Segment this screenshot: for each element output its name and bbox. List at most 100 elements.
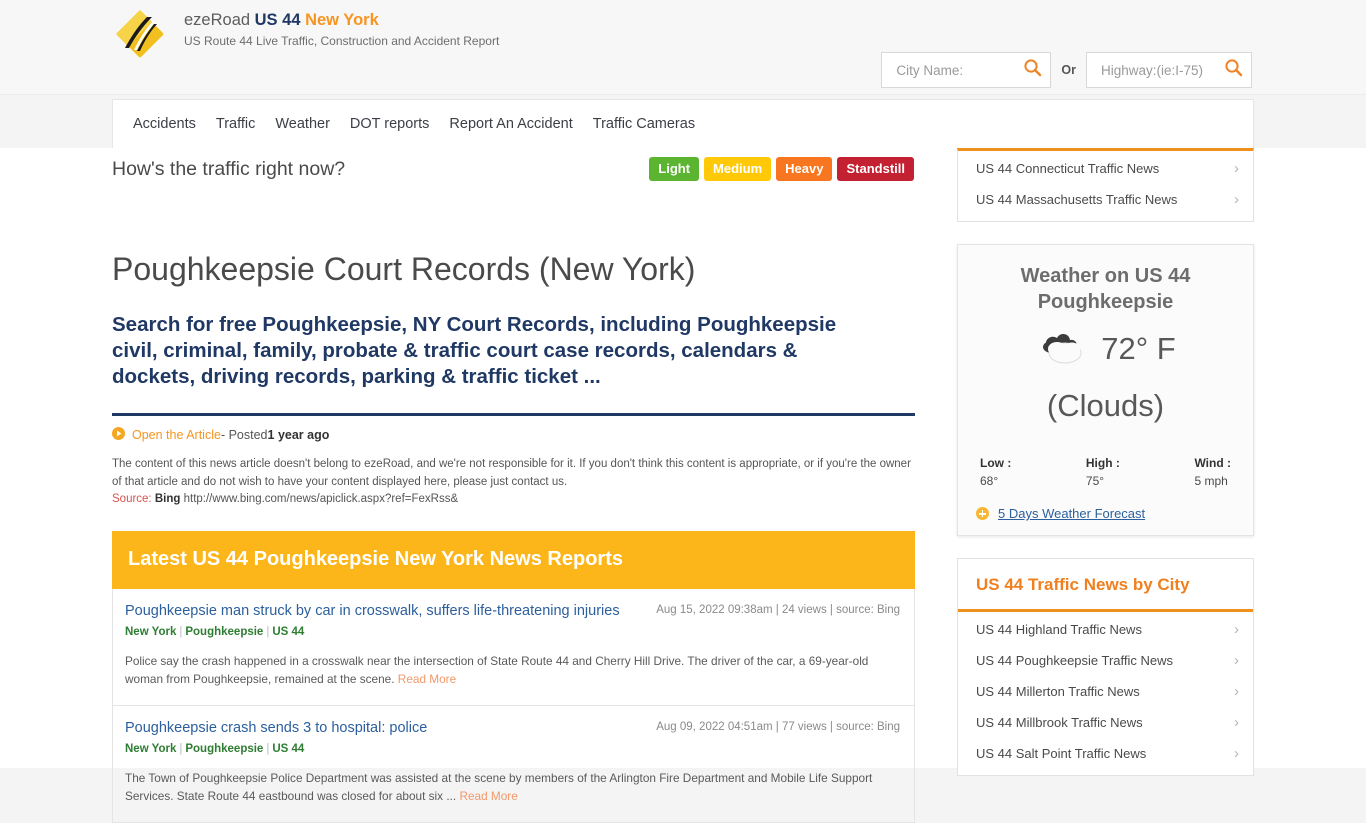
weather-high-value: 75° [1085, 474, 1105, 488]
play-circle-icon [112, 427, 125, 443]
read-more-link[interactable]: Read More [459, 789, 517, 803]
sidebar-item-massachusetts-news[interactable]: US 44 Massachusetts Traffic News › [958, 184, 1253, 215]
sidebar-item-label: US 44 Millerton Traffic News [976, 684, 1140, 699]
nav-item-weather[interactable]: Weather [265, 116, 340, 132]
legend-standstill[interactable]: Standstill [837, 157, 914, 181]
tag-route[interactable]: US 44 [272, 626, 304, 638]
chevron-right-icon: › [1234, 745, 1239, 762]
page-subtitle: Search for free Poughkeepsie, NY Court R… [112, 313, 837, 388]
sidebar-item-salt-point-news[interactable]: US 44 Salt Point Traffic News › [958, 738, 1253, 769]
city-search-box[interactable] [881, 52, 1052, 88]
weather-title: Weather on US 44 Poughkeepsie [1020, 265, 1191, 313]
legend-medium[interactable]: Medium [704, 157, 772, 181]
chevron-right-icon: › [1234, 714, 1239, 731]
weather-low: Low : 68° [980, 456, 1011, 488]
sidebar-item-label: US 44 Millbrook Traffic News [976, 715, 1143, 730]
weather-current: 72° F [974, 327, 1237, 370]
traffic-legend: Light Medium Heavy Standstill [649, 157, 914, 181]
news-item-title[interactable]: Poughkeepsie man struck by car in crossw… [125, 602, 620, 621]
page-body: How's the traffic right now? Light Mediu… [0, 148, 1366, 823]
search-icon[interactable] [1224, 58, 1243, 82]
forecast-row: 5 Days Weather Forecast [974, 506, 1237, 521]
sidebar-item-millerton-news[interactable]: US 44 Millerton Traffic News › [958, 676, 1253, 707]
nav-item-report-accident[interactable]: Report An Accident [439, 116, 582, 132]
weather-high: High : 75° [1086, 456, 1120, 488]
tag-separator: | [179, 742, 183, 755]
nav-item-traffic-cameras[interactable]: Traffic Cameras [583, 116, 705, 132]
tag-state[interactable]: New York [125, 743, 176, 755]
tag-route[interactable]: US 44 [272, 743, 304, 755]
weather-wind: Wind : 5 mph [1194, 456, 1231, 488]
search-area: Or [881, 52, 1252, 88]
news-item-title[interactable]: Poughkeepsie crash sends 3 to hospital: … [125, 719, 427, 738]
weather-card: Weather on US 44 Poughkeepsie 72° F (Clo… [957, 244, 1254, 536]
source-label: Source: [112, 493, 152, 505]
sidebar-item-label: US 44 Connecticut Traffic News [976, 161, 1160, 176]
highway-search-box[interactable] [1086, 52, 1252, 88]
city-news-list: US 44 Highland Traffic News › US 44 Poug… [958, 612, 1253, 775]
tag-city[interactable]: Poughkeepsie [185, 626, 263, 638]
site-header: ezeRoad US 44 New York US Route 44 Live … [0, 0, 1366, 95]
ezeroad-diamond-logo-icon [112, 6, 168, 62]
sidebar-item-connecticut-news[interactable]: US 44 Connecticut Traffic News › [958, 153, 1253, 184]
tag-separator: | [179, 625, 183, 638]
sidebar-item-poughkeepsie-news[interactable]: US 44 Poughkeepsie Traffic News › [958, 645, 1253, 676]
news-list-item: Poughkeepsie crash sends 3 to hospital: … [112, 705, 915, 823]
traffic-status-bar: How's the traffic right now? Light Mediu… [112, 148, 915, 190]
sidebar-item-label: US 44 Poughkeepsie Traffic News [976, 653, 1174, 668]
five-day-forecast-link[interactable]: 5 Days Weather Forecast [998, 506, 1145, 521]
weather-wind-label: Wind : [1194, 456, 1231, 470]
section-divider [112, 413, 915, 416]
main-navigation: Accidents Traffic Weather DOT reports Re… [112, 99, 1254, 148]
sidebar-item-millbrook-news[interactable]: US 44 Millbrook Traffic News › [958, 707, 1253, 738]
main-content-column: How's the traffic right now? Light Mediu… [112, 148, 915, 823]
news-item-body: The Town of Poughkeepsie Police Departme… [125, 769, 900, 806]
sidebar-column: US 44 Connecticut Traffic News › US 44 M… [957, 148, 1254, 776]
tag-city[interactable]: Poughkeepsie [185, 743, 263, 755]
search-icon[interactable] [1023, 58, 1042, 82]
tag-separator: | [266, 742, 270, 755]
news-item-meta: Aug 15, 2022 09:38am | 24 views | source… [656, 603, 900, 616]
legend-light[interactable]: Light [649, 157, 700, 181]
page-title: Poughkeepsie Court Records (New York) [112, 251, 696, 287]
tag-state[interactable]: New York [125, 626, 176, 638]
open-article-link[interactable]: Open the Article [132, 428, 221, 442]
content-disclaimer: The content of this news article doesn't… [112, 456, 912, 509]
nav-item-dot-reports[interactable]: DOT reports [340, 116, 440, 132]
weather-stats: Low : 68° High : 75° Wind : 5 mph [974, 456, 1237, 488]
disclaimer-text: The content of this news article doesn't… [112, 458, 911, 488]
legend-heavy[interactable]: Heavy [776, 157, 833, 181]
source-url: http://www.bing.com/news/apiclick.aspx?r… [183, 493, 459, 505]
weather-low-value: 68° [980, 474, 999, 488]
city-news-heading: US 44 Traffic News by City [958, 559, 1253, 612]
highway-search-input[interactable] [1099, 61, 1220, 79]
weather-low-label: Low : [980, 456, 1012, 470]
news-item-body: Police say the crash happened in a cross… [125, 652, 900, 689]
news-item-meta: Aug 09, 2022 04:51am | 77 views | source… [656, 720, 900, 733]
traffic-question: How's the traffic right now? [112, 157, 346, 180]
nav-item-traffic[interactable]: Traffic [206, 116, 265, 132]
search-or-label: Or [1061, 63, 1076, 77]
article-meta-row: Open the Article - Posted 1 year ago [112, 427, 915, 443]
read-more-link[interactable]: Read More [398, 672, 456, 686]
brand-block[interactable]: ezeRoad US 44 New York US Route 44 Live … [112, 4, 499, 62]
weather-condition: (Clouds) [1046, 388, 1165, 423]
sidebar-item-label: US 44 Salt Point Traffic News [976, 746, 1147, 761]
posted-age: 1 year ago [267, 428, 330, 442]
state-traffic-news-panel: US 44 Connecticut Traffic News › US 44 M… [957, 148, 1254, 222]
weather-wind-value: 5 mph [1194, 474, 1228, 488]
news-item-snippet: Police say the crash happened in a cross… [125, 653, 869, 687]
sidebar-item-highland-news[interactable]: US 44 Highland Traffic News › [958, 614, 1253, 645]
site-title: ezeRoad US 44 New York [184, 10, 499, 30]
news-item-tags: New York | Poughkeepsie | US 44 [125, 743, 900, 755]
brand-text: ezeRoad US 44 New York US Route 44 Live … [184, 4, 499, 49]
tag-separator: | [266, 625, 270, 638]
city-search-input[interactable] [894, 61, 1020, 79]
news-list-item: Poughkeepsie man struck by car in crossw… [112, 588, 915, 706]
nav-item-accidents[interactable]: Accidents [123, 116, 206, 132]
state-news-list: US 44 Connecticut Traffic News › US 44 M… [958, 151, 1253, 221]
brand-prefix: ezeRoad [184, 11, 255, 29]
sidebar-item-label: US 44 Massachusetts Traffic News [976, 192, 1178, 207]
news-item-tags: New York | Poughkeepsie | US 44 [125, 626, 900, 638]
